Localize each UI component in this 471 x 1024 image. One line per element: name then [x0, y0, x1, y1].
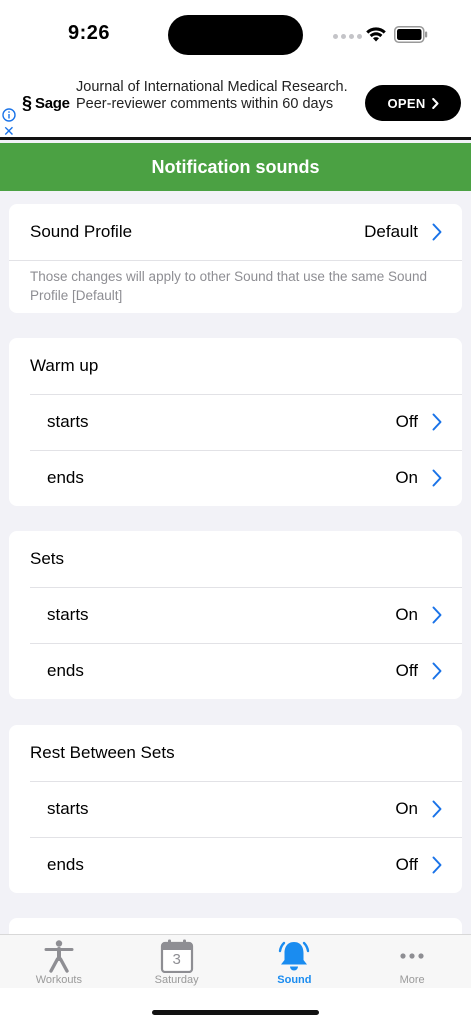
close-icon[interactable]: ✕ [3, 124, 15, 138]
chevron-right-icon [432, 800, 442, 818]
tab-label: More [399, 974, 425, 986]
chevron-right-icon [432, 223, 442, 241]
row-value: Default [364, 222, 418, 241]
section-rest-between-sets: Rest Between Sets starts On ends Off [9, 725, 462, 893]
row-value: On [395, 468, 418, 487]
row-value: On [395, 605, 418, 624]
chevron-right-icon [432, 469, 442, 487]
chevron-right-icon [432, 606, 442, 624]
section-warm-up: Warm up starts Off ends On [9, 338, 462, 506]
row-label: starts [47, 412, 89, 431]
sound-profile-card: Sound Profile Default Those changes will… [9, 204, 462, 313]
row-value: Off [395, 661, 418, 680]
tab-saturday[interactable]: 3 Saturday [118, 935, 236, 988]
ellipsis-icon [400, 953, 424, 959]
wifi-icon [366, 27, 386, 42]
warm-up-starts-row[interactable]: starts Off [9, 394, 462, 450]
row-label: starts [47, 605, 89, 624]
section-title: Sets [30, 549, 65, 568]
chevron-right-icon [432, 856, 442, 874]
ad-banner[interactable]: ✕ § Sage Journal of International Medica… [0, 68, 471, 140]
ad-text: Journal of International Medical Researc… [76, 79, 348, 112]
divider [9, 260, 462, 261]
tab-more[interactable]: More [353, 935, 471, 988]
row-label: ends [47, 468, 84, 487]
tab-label: Saturday [154, 974, 199, 986]
section-title: Warm up [30, 356, 99, 375]
page-title: Notification sounds [151, 156, 320, 177]
person-icon [44, 940, 74, 973]
sound-profile-note: Those changes will apply to other Sound … [30, 269, 428, 303]
tab-label: Sound [277, 974, 312, 986]
bell-icon [279, 941, 310, 971]
sets-ends-row[interactable]: ends Off [9, 643, 462, 699]
sound-profile-row[interactable]: Sound Profile Default [9, 204, 462, 260]
chevron-right-icon [431, 97, 439, 109]
home-indicator[interactable] [152, 1010, 319, 1015]
section-title-row: Rest Between Sets [9, 725, 462, 781]
section-title-row: Sets [9, 531, 462, 587]
ad-open-button[interactable]: OPEN [365, 85, 461, 121]
info-icon[interactable] [2, 108, 16, 122]
settings-list[interactable]: Sound Profile Default Those changes will… [0, 191, 471, 934]
row-value: Off [395, 412, 418, 431]
battery-icon [394, 26, 428, 43]
home-indicator-area [0, 988, 471, 1024]
row-label: ends [47, 661, 84, 680]
warm-up-ends-row[interactable]: ends On [9, 450, 462, 506]
cellular-signal-icon [333, 34, 362, 39]
status-time: 9:26 [68, 22, 111, 44]
tab-label: Workouts [35, 974, 82, 986]
row-label: ends [47, 855, 84, 874]
chevron-right-icon [432, 662, 442, 680]
calendar-day: 3 [172, 951, 181, 968]
tab-sound[interactable]: Sound [236, 935, 354, 988]
section-title: Rest Between Sets [30, 743, 175, 762]
dynamic-island [168, 15, 303, 55]
row-value: On [395, 799, 418, 818]
ad-open-label: OPEN [387, 95, 426, 111]
tab-bar: Workouts 3 Saturday Sound More [0, 934, 471, 988]
status-bar: 9:26 [0, 0, 471, 68]
row-label: starts [47, 799, 89, 818]
sage-logo: § Sage [22, 93, 70, 114]
row-value: Off [395, 855, 418, 874]
section-title-row: Warm up [9, 338, 462, 394]
section-next-partial [9, 918, 462, 934]
tab-workouts[interactable]: Workouts [0, 935, 118, 988]
chevron-right-icon [432, 413, 442, 431]
page-title-bar: Notification sounds [0, 143, 471, 191]
sage-logo-mark-icon: § [22, 93, 33, 113]
ad-brand: Sage [35, 95, 70, 112]
sets-starts-row[interactable]: starts On [9, 587, 462, 643]
rest-starts-row[interactable]: starts On [9, 781, 462, 837]
section-sets: Sets starts On ends Off [9, 531, 462, 699]
rest-ends-row[interactable]: ends Off [9, 837, 462, 893]
row-label: Sound Profile [30, 222, 133, 241]
